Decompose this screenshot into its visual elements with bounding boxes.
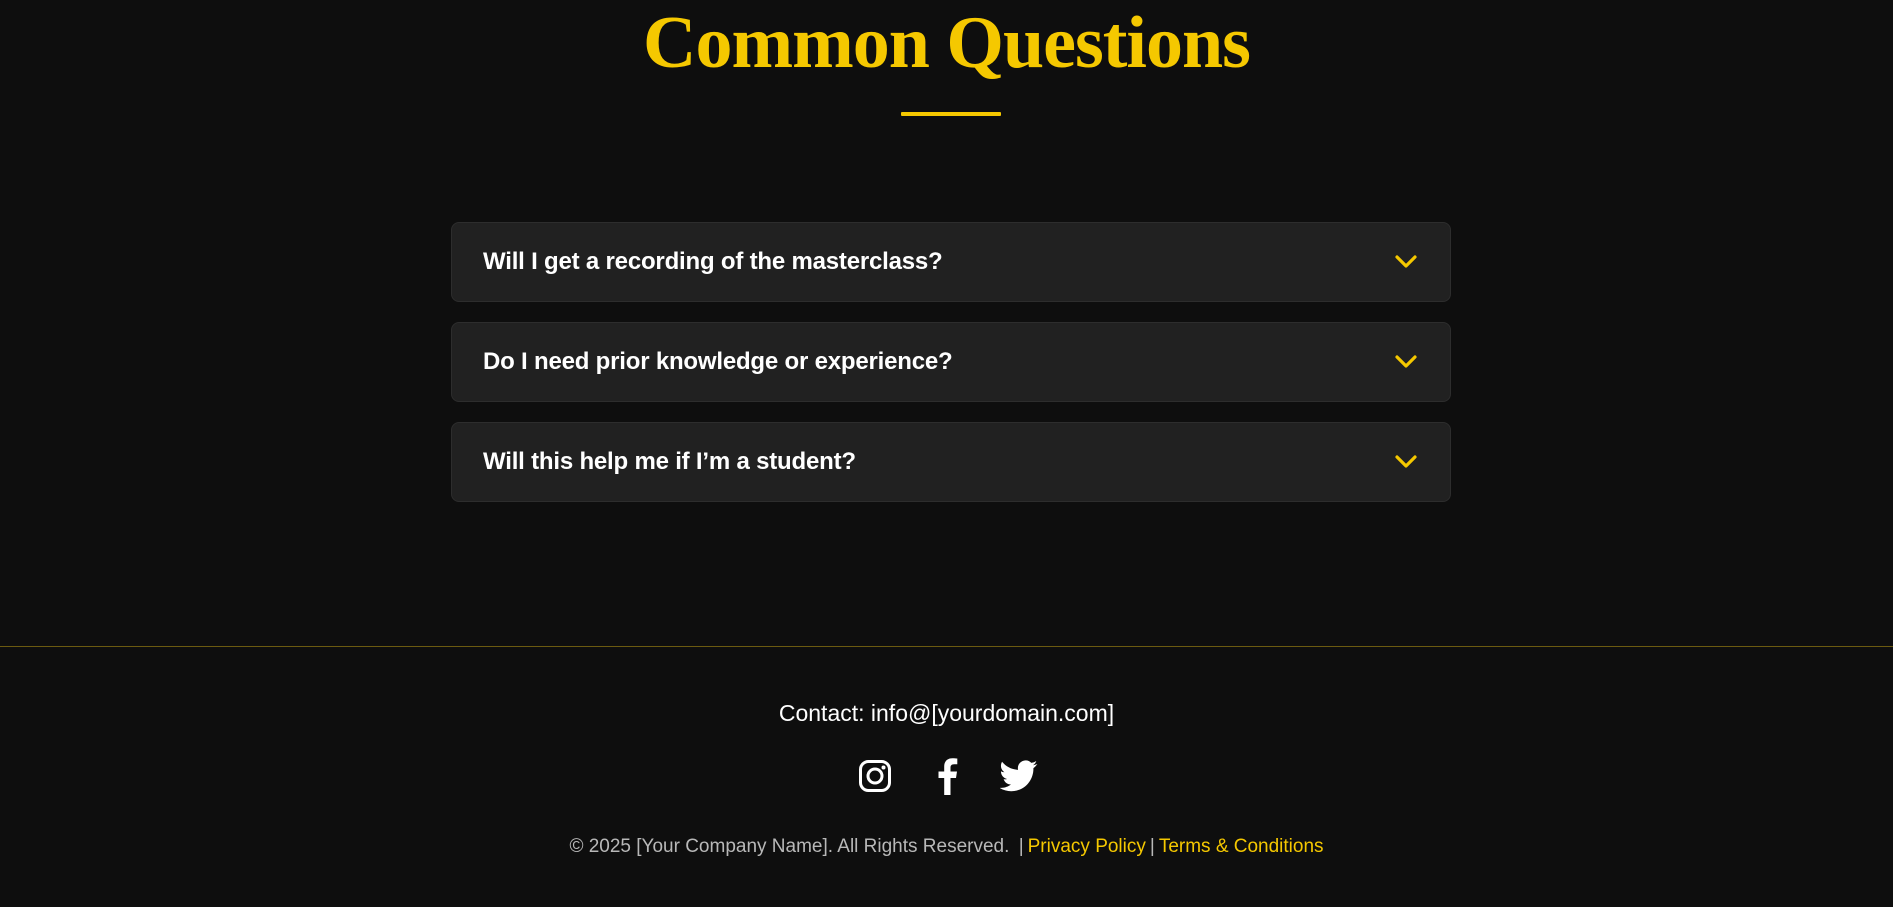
- footer-divider: [0, 646, 1893, 647]
- contact-email: Contact: info@[yourdomain.com]: [778, 700, 1115, 726]
- page: Common Questions Will I get a recording …: [0, 0, 1893, 907]
- title-underline: [901, 112, 1001, 116]
- twitter-icon[interactable]: [999, 756, 1038, 796]
- faq-question: Do I need prior knowledge or experience?: [483, 348, 953, 375]
- faq-question: Will I get a recording of the masterclas…: [483, 248, 943, 275]
- chevron-down-icon[interactable]: [1393, 349, 1419, 375]
- facebook-icon[interactable]: [928, 756, 966, 796]
- faq-question: Will this help me if I’m a student?: [483, 448, 856, 475]
- separator: |: [1149, 836, 1155, 857]
- instagram-icon[interactable]: [856, 756, 894, 796]
- copyright-text: © 2025 [Your Company Name]. All Rights R…: [569, 836, 1010, 857]
- faq-item-recording[interactable]: Will I get a recording of the masterclas…: [451, 222, 1451, 302]
- terms-conditions-link[interactable]: Terms & Conditions: [1159, 836, 1324, 857]
- copyright-line: © 2025 [Your Company Name]. All Rights R…: [0, 834, 1893, 860]
- faq-item-prior-knowledge[interactable]: Do I need prior knowledge or experience?: [451, 322, 1451, 402]
- chevron-down-icon[interactable]: [1393, 449, 1419, 475]
- chevron-down-icon[interactable]: [1393, 249, 1419, 275]
- faq-title: Common Questions: [643, 2, 1251, 84]
- separator: |: [1018, 836, 1024, 857]
- social-links: [0, 756, 1893, 796]
- faq-list: Will I get a recording of the masterclas…: [451, 222, 1451, 522]
- faq-item-student[interactable]: Will this help me if I’m a student?: [451, 422, 1451, 502]
- privacy-policy-link[interactable]: Privacy Policy: [1028, 836, 1146, 857]
